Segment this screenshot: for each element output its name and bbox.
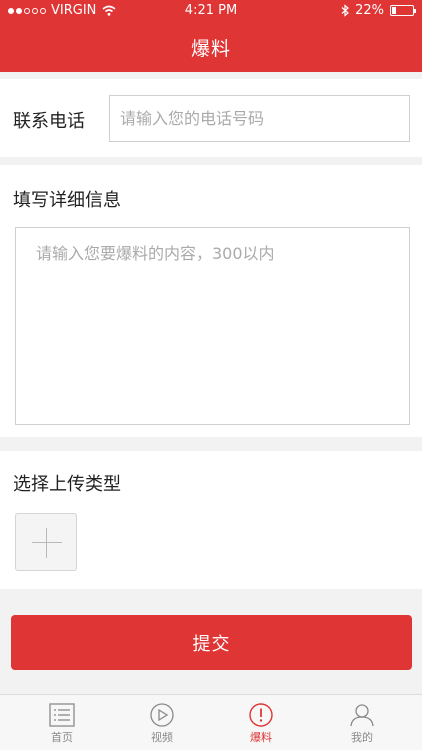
phone-section: 联系电话 xyxy=(0,79,422,157)
list-icon xyxy=(49,703,75,727)
page-title: 爆料 xyxy=(190,38,231,60)
tab-report[interactable]: 爆料 xyxy=(231,699,291,749)
user-icon xyxy=(350,704,374,727)
tab-report-label: 爆料 xyxy=(250,731,272,744)
upload-type-label: 选择上传类型 xyxy=(13,474,121,495)
add-upload-button[interactable] xyxy=(15,513,77,571)
detail-section: 填写详细信息 xyxy=(0,165,422,437)
battery-fill xyxy=(392,7,396,14)
tab-mine-label: 我的 xyxy=(351,731,373,744)
status-right: 22% xyxy=(341,3,416,18)
phone-input[interactable] xyxy=(109,95,410,142)
play-icon xyxy=(150,703,174,727)
app-header: VIRGIN 4:21 PM 22% 爆料 xyxy=(0,0,422,72)
phone-label: 联系电话 xyxy=(13,111,85,132)
tab-home[interactable]: 首页 xyxy=(32,699,92,749)
battery-icon xyxy=(390,5,416,16)
battery-percent: 22% xyxy=(355,3,384,18)
tab-home-label: 首页 xyxy=(51,731,73,744)
bluetooth-icon xyxy=(341,4,350,17)
upload-type-section: 选择上传类型 xyxy=(0,451,422,589)
alert-icon xyxy=(249,703,273,727)
tab-mine[interactable]: 我的 xyxy=(332,699,392,749)
tab-bar: 首页 视频 爆料 我的 xyxy=(0,694,422,750)
status-bar: VIRGIN 4:21 PM 22% xyxy=(0,0,422,22)
detail-textarea[interactable] xyxy=(15,227,410,425)
detail-label: 填写详细信息 xyxy=(13,190,121,211)
tab-video-label: 视频 xyxy=(151,731,173,744)
tab-video[interactable]: 视频 xyxy=(132,699,192,749)
submit-button[interactable]: 提交 xyxy=(11,615,412,670)
